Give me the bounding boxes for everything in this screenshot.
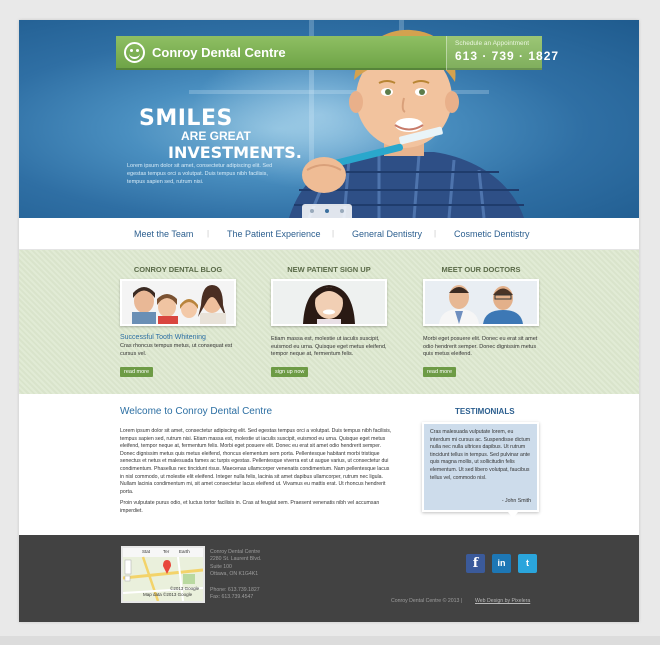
map-type-earth[interactable]: Earth: [179, 549, 190, 554]
doctors-photo: [423, 279, 539, 326]
main-nav: Meet the Team | The Patient Experience |…: [19, 218, 639, 250]
map-type-street[interactable]: Stat: [142, 549, 150, 554]
linkedin-icon[interactable]: in: [492, 554, 511, 573]
nav-item-general-dentistry[interactable]: General Dentistry: [352, 229, 422, 239]
design-credit-link[interactable]: Web Design by Pixelera: [475, 598, 530, 604]
read-more-button[interactable]: read more: [120, 367, 154, 377]
footer-phone: Phone: 613.739.1827: [210, 587, 260, 593]
testimonials-title: TESTIMONIALS: [455, 407, 515, 416]
brand-name[interactable]: Conroy Dental Centre: [152, 45, 286, 60]
nav-separator: |: [434, 229, 437, 238]
hero-body-text: Lorem ipsum dolor sit amet, consectetur …: [127, 163, 273, 185]
appointment-box[interactable]: Schedule an Appointment 613 · 739 · 1827: [446, 36, 558, 70]
footer-fax: Fax: 613.739.4547: [210, 594, 254, 601]
address-line: Ottawa, ON K1G4K1: [210, 571, 259, 578]
hero-headline-line1: SMILES: [139, 106, 233, 131]
page: Conroy Dental Centre Schedule an Appoint…: [19, 20, 639, 622]
map-copyright: ©2013 Google: [170, 586, 200, 591]
testimonial-author: - John Smith: [501, 498, 531, 504]
location-map[interactable]: Stat Ter Earth Map data ©2013 Google ©20…: [121, 546, 205, 603]
testimonial-card: Cras malesuada vulputate lorem, eu inter…: [422, 422, 539, 512]
nav-item-meet-the-team[interactable]: Meet the Team: [134, 229, 193, 239]
copyright-text: Conroy Dental Centre © 2013: [391, 598, 460, 604]
slider-prev-dot[interactable]: [310, 209, 314, 213]
sign-up-button[interactable]: sign up now: [271, 367, 309, 377]
footer: Stat Ter Earth Map data ©2013 Google ©20…: [19, 535, 639, 622]
welcome-body-2: Proin vulputate purus odio, et luctus to…: [120, 500, 380, 514]
page-bottom-strip: [0, 636, 660, 645]
map-attribution: Map data ©2013 Google: [143, 592, 193, 597]
blog-post-link[interactable]: Successful Tooth Whitening: [120, 334, 206, 341]
appointment-phone[interactable]: 613 · 739 · 1827: [455, 49, 559, 63]
address-line: Conroy Dental Centre: [210, 549, 261, 555]
hero-banner: Conroy Dental Centre Schedule an Appoint…: [19, 20, 639, 218]
welcome-title: Welcome to Conroy Dental Centre: [120, 406, 273, 417]
feature-text: Etiam massa est, molestie ut iaculis sus…: [271, 336, 387, 357]
footer-contact: Phone: 613.739.1827 Fax: 613.739.4547: [210, 587, 260, 602]
nav-item-cosmetic-dentistry[interactable]: Cosmetic Dentistry: [454, 229, 530, 239]
footer-address: Conroy Dental Centre 2280 St. Laurent Bl…: [210, 549, 261, 579]
welcome-body: Lorem ipsum dolor sit amet, consectetur …: [120, 428, 392, 495]
feature-band: CONROY DENTAL BLOG Successful Tooth Whit…: [19, 250, 639, 394]
brand-bar: Conroy Dental Centre Schedule an Appoint…: [116, 36, 558, 70]
feature-title: MEET OUR DOCTORS: [441, 265, 521, 274]
nav-separator: |: [332, 229, 335, 238]
feature-title: CONROY DENTAL BLOG: [133, 265, 223, 274]
facebook-icon[interactable]: f: [466, 554, 485, 573]
map-type-terrain[interactable]: Ter: [163, 549, 169, 554]
nav-separator: |: [207, 229, 210, 238]
smiley-logo-icon[interactable]: [124, 42, 145, 63]
family-photo: [120, 279, 236, 326]
feature-title: NEW PATIENT SIGN UP: [287, 265, 371, 274]
hero-headline-line3: INVESTMENTS.: [168, 143, 302, 162]
footer-separator: |: [461, 598, 463, 604]
twitter-icon[interactable]: t: [518, 554, 537, 573]
slider-controls: [302, 204, 352, 218]
testimonial-text: Cras malesuada vulputate lorem, eu inter…: [430, 429, 531, 481]
address-line: 2280 St. Laurent Blvd.: [210, 556, 262, 563]
read-more-button[interactable]: read more: [423, 367, 457, 377]
testimonial-pointer: [508, 512, 518, 518]
feature-text: Morbi eget posuere elit. Donec eu erat s…: [423, 336, 538, 357]
slider-next-dot[interactable]: [340, 209, 344, 213]
feature-text: Cras rhoncus tempus metus, ut consequat …: [120, 343, 233, 357]
slider-active-dot[interactable]: [325, 209, 329, 213]
appointment-label: Schedule an Appointment: [455, 40, 530, 47]
nav-item-patient-experience[interactable]: The Patient Experience: [227, 229, 321, 239]
hero-headline-line2: ARE GREAT: [181, 129, 251, 143]
address-line: Suite 100: [210, 563, 232, 570]
patient-photo: [271, 279, 387, 326]
